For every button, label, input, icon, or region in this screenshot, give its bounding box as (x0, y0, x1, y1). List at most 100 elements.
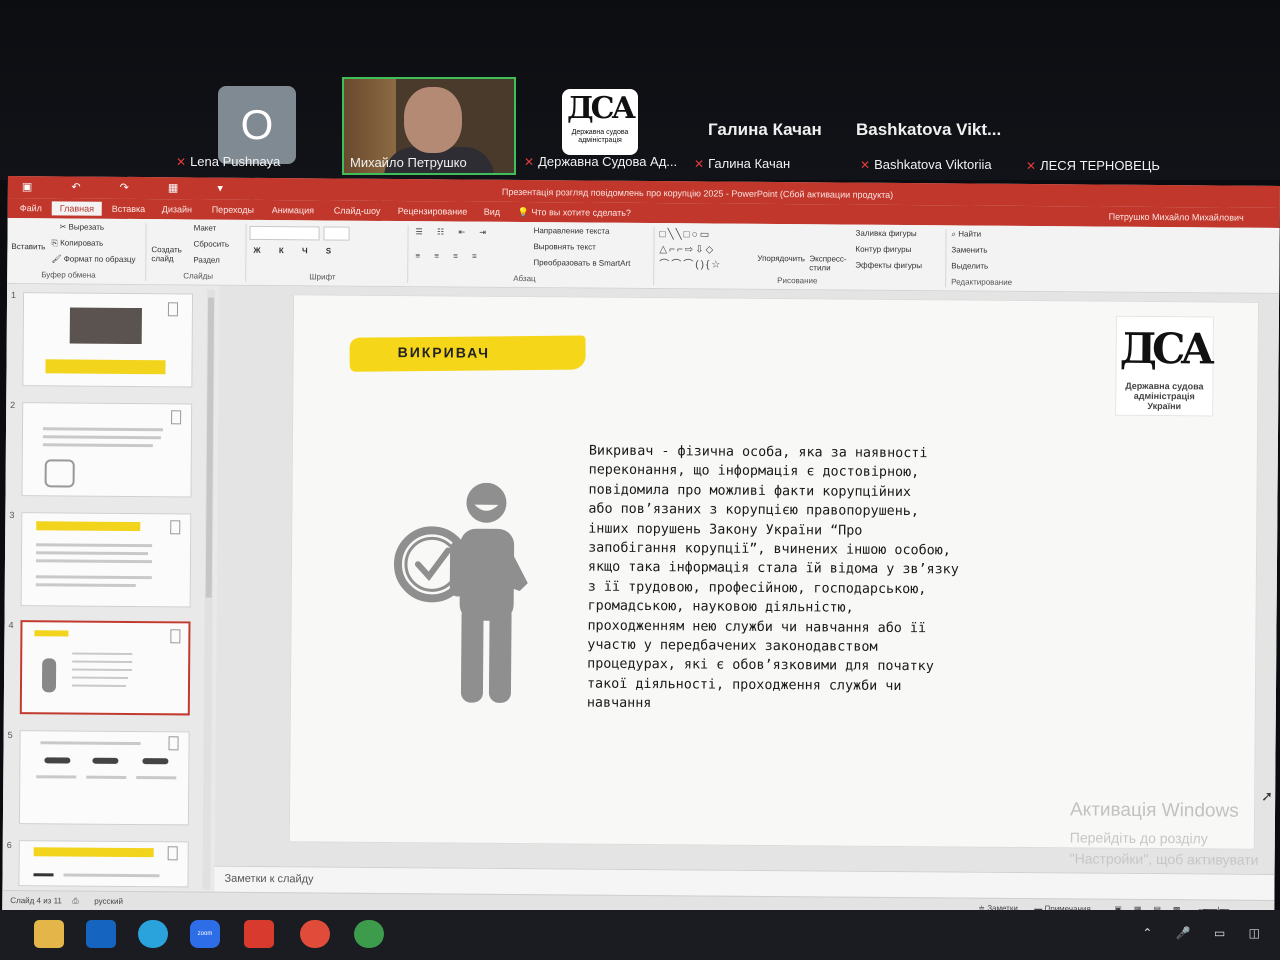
language-indicator[interactable]: русский (94, 897, 123, 906)
tab-home[interactable]: Главная (51, 201, 103, 216)
tab-view[interactable]: Вид (484, 207, 500, 217)
group-label-paragraph: Абзац (513, 273, 536, 284)
participant-name: Lena Pushnaya (190, 154, 281, 169)
people-icon (44, 459, 75, 488)
section-button[interactable]: Раздел (193, 255, 220, 264)
thumb-text-line (86, 775, 127, 779)
notes-placeholder: Заметки к слайду (224, 872, 314, 886)
file-explorer-icon[interactable] (34, 920, 64, 948)
system-tray-icons[interactable]: ⌃ 🎤 ▭ ◫ (1142, 926, 1270, 940)
anydesk-icon[interactable] (244, 920, 274, 948)
group-label-drawing: Рисование (777, 276, 818, 286)
participant-avatar-initial[interactable]: O (218, 86, 296, 164)
telegram-icon[interactable] (138, 920, 168, 948)
find-label: Найти (958, 229, 982, 239)
logo-caption: Державна судова адміністрація України (1125, 380, 1204, 412)
participant-big-label[interactable]: Bashkatova Vikt... (856, 120, 1001, 140)
slide-thumbnail-6[interactable] (18, 840, 189, 888)
court-administration-logo[interactable]: ДСА Державна судова адміністрація Україн… (1115, 315, 1214, 417)
text-direction-button[interactable]: Направление текста (534, 226, 610, 236)
shape-effects-button[interactable]: Эффекты фигуры (855, 261, 922, 271)
user-name[interactable]: Петрушко Михайло Михайлович (1109, 212, 1244, 223)
zoom-app-icon[interactable]: zoom (190, 920, 220, 948)
chrome-profile-icon[interactable] (354, 920, 384, 948)
thumb-text-line (63, 873, 160, 878)
format-painter-label: Формат по образцу (63, 254, 136, 265)
slide-thumbnail-5[interactable] (18, 730, 190, 826)
slide-thumbnail-2[interactable] (21, 402, 193, 498)
scrollbar-thumb[interactable] (205, 297, 215, 598)
thumb-text-line (36, 551, 149, 556)
thumb-text-line (33, 873, 54, 877)
thumb-text-line (72, 660, 133, 663)
current-slide[interactable]: ВИКРИВАЧ ДСА Державна судова адміністрац… (288, 294, 1260, 888)
align-text-button[interactable]: Выровнять текст (533, 242, 595, 251)
speaker-head (404, 87, 462, 153)
mic-muted-icon: ✕ (524, 155, 535, 169)
thumb-logo-icon (170, 520, 181, 535)
copy-icon: ⎘ (51, 238, 61, 248)
quick-styles-button[interactable]: Экспресс-стили (809, 254, 846, 272)
figure-leg-left (460, 604, 484, 703)
align-icons[interactable]: ≡ ≡ ≡ ≡ (415, 251, 482, 261)
court-logo-avatar[interactable]: ДСА Державна судова адміністрація (562, 89, 638, 155)
tab-file[interactable]: Файл (20, 203, 42, 213)
select-button[interactable]: Выделить (951, 261, 988, 270)
mic-muted-icon: ✕ (1026, 159, 1037, 173)
find-button[interactable]: ⌕ Найти (952, 229, 982, 239)
replace-button[interactable]: Заменить (951, 245, 987, 254)
copy-label: Копировать (60, 238, 104, 248)
shape-outline-button[interactable]: Контур фигуры (855, 245, 911, 254)
group-separator (245, 223, 247, 282)
participant-name: Державна Судова Ад... (538, 154, 678, 169)
powerpoint-window: ▣ ↶ ↷ ▦ ▾ Презентація розгляд повідомлен… (2, 176, 1280, 920)
scissors-icon: ✂ (59, 222, 69, 232)
tab-insert[interactable]: Вставка (112, 204, 146, 214)
thumb-text-line (72, 652, 133, 655)
thumb-number: 4 (8, 620, 14, 631)
copy-button[interactable]: ⎘ Копировать (51, 238, 103, 248)
tab-design[interactable]: Дизайн (162, 204, 192, 214)
shape-fill-button[interactable]: Заливка фигуры (856, 229, 917, 238)
active-speaker-video[interactable]: Михайло Петрушко (342, 77, 516, 175)
tab-transitions[interactable]: Переходы (212, 205, 254, 215)
chrome-icon[interactable] (300, 920, 330, 948)
slide-counter: Слайд 4 из 11 (10, 896, 62, 906)
tab-animations[interactable]: Анимация (272, 205, 314, 215)
tell-me-box[interactable]: 💡 Что вы хотите сделать? (518, 207, 631, 219)
tab-slideshow[interactable]: Слайд-шоу (334, 206, 381, 216)
slide-title[interactable]: ВИКРИВАЧ (398, 344, 491, 361)
layout-button[interactable]: Макет (194, 223, 217, 232)
paste-button[interactable]: Вставить (11, 242, 45, 251)
slide-thumbnail-3[interactable] (20, 512, 192, 608)
participant-ternovets: ✕ ЛЕСЯ ТЕРНОВЕЦЬ (1026, 158, 1160, 173)
spellcheck-icon[interactable]: ⎙ (72, 897, 78, 907)
mic-muted-icon: ✕ (860, 158, 871, 172)
shapes-gallery[interactable]: □╲╲□○▭ △⌐⌐⇨⇩◇ ⌒⌒⌒(){☆ (659, 227, 751, 274)
new-slide-button[interactable]: Создать слайд (151, 245, 187, 263)
thumb-logo-icon (170, 629, 181, 644)
participant-big-label[interactable]: Галина Качан (708, 120, 822, 140)
smartart-button[interactable]: Преобразовать в SmartArt (533, 258, 630, 268)
slide-thumbnail-4-selected[interactable] (19, 620, 191, 716)
court-logo-icon: ДСА (567, 91, 636, 126)
thumb-logo-icon (168, 736, 179, 751)
slide-body-text[interactable]: Викривач - фізична особа, яка за наявнос… (587, 442, 979, 717)
format-painter-button[interactable]: 🖌 Формат по образцу (51, 254, 135, 264)
arrange-button[interactable]: Упорядочить (757, 254, 805, 263)
windows-taskbar: zoom ⌃ 🎤 ▭ ◫ (0, 910, 1280, 960)
slide-thumbnail-1[interactable] (22, 292, 194, 388)
tab-review[interactable]: Рецензирование (398, 206, 468, 217)
font-size-box[interactable] (323, 226, 350, 241)
participant-name: Михайло Петрушко (350, 155, 467, 170)
list-icons[interactable]: ☰ ☷ ⇤ ⇥ (416, 227, 492, 237)
font-format-icons[interactable]: Ж К Ч S (253, 246, 339, 256)
thumb-text-line (36, 543, 153, 548)
quick-access-icons[interactable]: ▣ ↶ ↷ ▦ ▾ (22, 180, 241, 195)
font-name-box[interactable] (249, 225, 320, 241)
outlook-icon[interactable] (86, 920, 116, 948)
cut-button[interactable]: ✂ Вырезать (60, 222, 105, 231)
reset-button[interactable]: Сбросить (193, 239, 229, 248)
group-separator (407, 225, 409, 284)
tell-me-text: Что вы хотите сделать? (531, 207, 631, 218)
